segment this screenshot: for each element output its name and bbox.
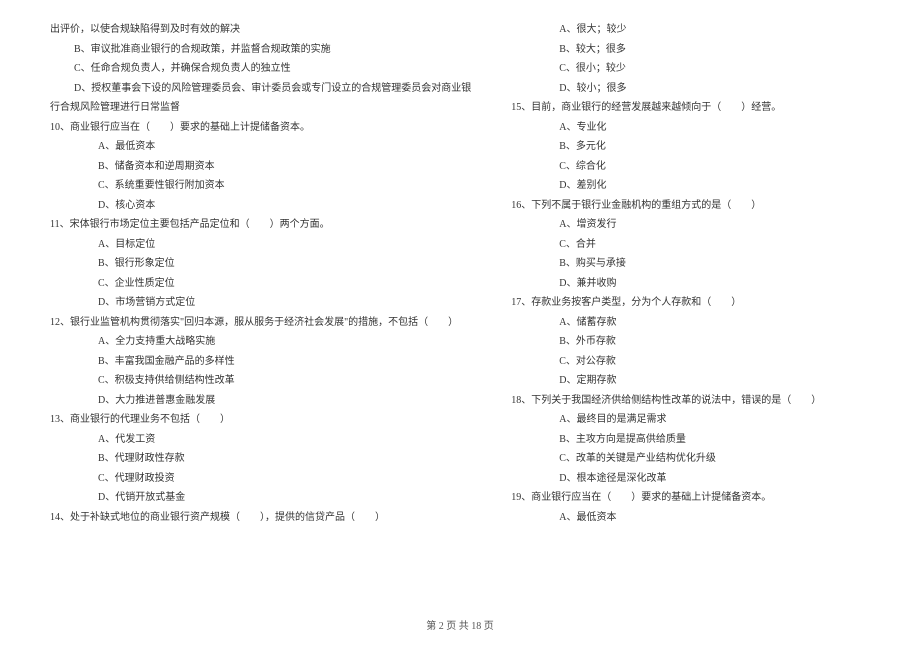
option-d: D、兼并收购 bbox=[511, 274, 870, 294]
option-b: B、代理财政性存款 bbox=[50, 449, 471, 469]
question-19: 19、商业银行应当在（ ）要求的基础上计提储备资本。 bbox=[511, 488, 870, 508]
option-c: C、综合化 bbox=[511, 157, 870, 177]
option-b: B、外币存款 bbox=[511, 332, 870, 352]
page-footer: 第 2 页 共 18 页 bbox=[0, 617, 920, 637]
option-b: B、购买与承接 bbox=[511, 254, 870, 274]
option-a: A、专业化 bbox=[511, 118, 870, 138]
page-content: 出评价，以使合规缺陷得到及时有效的解决 B、审议批准商业银行的合规政策，并监督合… bbox=[50, 20, 870, 527]
question-10: 10、商业银行应当在（ ）要求的基础上计提储备资本。 bbox=[50, 118, 471, 138]
option-d: D、代销开放式基金 bbox=[50, 488, 471, 508]
option-c: C、积极支持供给侧结构性改革 bbox=[50, 371, 471, 391]
option-d: D、较小；很多 bbox=[511, 79, 870, 99]
question-15: 15、目前，商业银行的经营发展越来越倾向于（ ）经营。 bbox=[511, 98, 870, 118]
text-line: 出评价，以使合规缺陷得到及时有效的解决 bbox=[50, 20, 471, 40]
question-11: 11、宋体银行市场定位主要包括产品定位和（ ）两个方面。 bbox=[50, 215, 471, 235]
option-d: D、核心资本 bbox=[50, 196, 471, 216]
option-b: B、审议批准商业银行的合规政策，并监督合规政策的实施 bbox=[50, 40, 471, 60]
option-c: C、企业性质定位 bbox=[50, 274, 471, 294]
option-c: C、任命合规负责人，并确保合规负责人的独立性 bbox=[50, 59, 471, 79]
question-16: 16、下列不属于银行业金融机构的重组方式的是（ ） bbox=[511, 196, 870, 216]
option-c: C、改革的关键是产业结构优化升级 bbox=[511, 449, 870, 469]
option-b: B、多元化 bbox=[511, 137, 870, 157]
question-17: 17、存款业务按客户类型，分为个人存款和（ ） bbox=[511, 293, 870, 313]
option-d: D、差别化 bbox=[511, 176, 870, 196]
option-d: D、定期存款 bbox=[511, 371, 870, 391]
option-a: A、最低资本 bbox=[50, 137, 471, 157]
option-d: D、根本途径是深化改革 bbox=[511, 469, 870, 489]
option-c: C、对公存款 bbox=[511, 352, 870, 372]
option-c: C、代理财政投资 bbox=[50, 469, 471, 489]
option-a: A、最终目的是满足需求 bbox=[511, 410, 870, 430]
option-c: C、很小；较少 bbox=[511, 59, 870, 79]
option-b: B、较大；很多 bbox=[511, 40, 870, 60]
option-a: A、全力支持重大战略实施 bbox=[50, 332, 471, 352]
option-d: D、大力推进普惠金融发展 bbox=[50, 391, 471, 411]
option-a: A、最低资本 bbox=[511, 508, 870, 528]
option-b: B、主攻方向是提高供给质量 bbox=[511, 430, 870, 450]
text-line: 行合规风险管理进行日常监督 bbox=[50, 98, 471, 118]
option-b: B、丰富我国金融产品的多样性 bbox=[50, 352, 471, 372]
option-a: A、很大；较少 bbox=[511, 20, 870, 40]
question-13: 13、商业银行的代理业务不包括（ ） bbox=[50, 410, 471, 430]
option-c: C、合并 bbox=[511, 235, 870, 255]
option-a: A、储蓄存款 bbox=[511, 313, 870, 333]
option-a: A、目标定位 bbox=[50, 235, 471, 255]
option-a: A、增资发行 bbox=[511, 215, 870, 235]
option-c: C、系统重要性银行附加资本 bbox=[50, 176, 471, 196]
option-d: D、授权董事会下设的风险管理委员会、审计委员会或专门设立的合规管理委员会对商业银 bbox=[50, 79, 471, 99]
left-column: 出评价，以使合规缺陷得到及时有效的解决 B、审议批准商业银行的合规政策，并监督合… bbox=[50, 20, 471, 527]
option-d: D、市场营销方式定位 bbox=[50, 293, 471, 313]
option-b: B、储备资本和逆周期资本 bbox=[50, 157, 471, 177]
question-14: 14、处于补缺式地位的商业银行资产规模（ ），提供的信贷产品（ ） bbox=[50, 508, 471, 528]
option-a: A、代发工资 bbox=[50, 430, 471, 450]
question-12: 12、银行业监管机构贯彻落实"回归本源，服从服务于经济社会发展"的措施，不包括（… bbox=[50, 313, 471, 333]
right-column: A、很大；较少 B、较大；很多 C、很小；较少 D、较小；很多 15、目前，商业… bbox=[511, 20, 870, 527]
question-18: 18、下列关于我国经济供给侧结构性改革的说法中，错误的是（ ） bbox=[511, 391, 870, 411]
option-b: B、银行形象定位 bbox=[50, 254, 471, 274]
